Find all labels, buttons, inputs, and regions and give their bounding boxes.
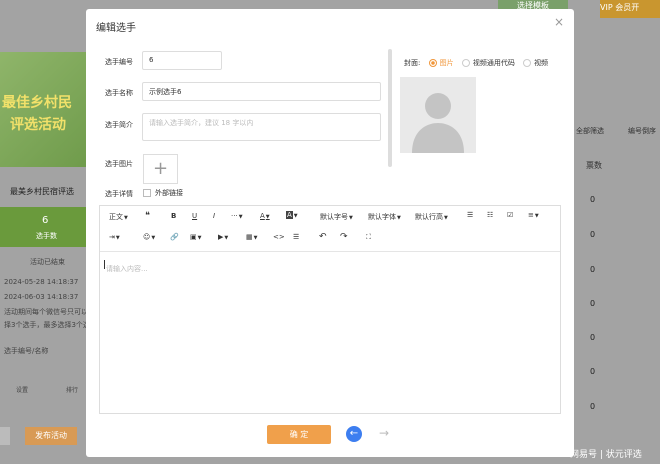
more-styles-dropdown[interactable]: ···▼ — [231, 212, 243, 220]
person-icon — [412, 93, 464, 153]
stat-card: 6 选手数 — [0, 207, 88, 247]
cover-option-video[interactable]: 视频 — [534, 59, 548, 67]
external-link-label: 外部链接 — [155, 189, 183, 197]
video-dropdown[interactable]: ▶▼ — [218, 233, 228, 241]
intro-textarea[interactable]: 请输入选手简介，建议 18 字以内 — [142, 113, 381, 141]
image-dropdown[interactable]: ▣▼ — [190, 233, 201, 241]
intro-label: 选手简介 — [105, 121, 133, 129]
filter-all[interactable]: 全部筛选 — [576, 126, 604, 136]
external-link-checkbox[interactable]: 外部链接 — [143, 188, 183, 198]
editor-toolbar: 正文▼ ❝ B U I ···▼ A▼ A ▼ 默认字号▼ 默认字体▼ 默认行高▼… — [100, 206, 560, 252]
font-color-dropdown[interactable]: A▼ — [260, 212, 270, 220]
cover-radio-video[interactable] — [523, 59, 532, 67]
number-label: 选手编号 — [105, 58, 133, 66]
cover-radio-video-code[interactable] — [461, 59, 470, 67]
banner-line-2: 评选活动 — [10, 117, 66, 133]
name-input[interactable]: 示例选手6 — [142, 82, 381, 101]
secondary-button[interactable] — [0, 427, 10, 445]
vote-value: 0 — [590, 333, 596, 342]
vote-value: 0 — [590, 367, 596, 376]
vote-value: 0 — [590, 402, 596, 411]
fullscreen-icon[interactable]: ⛶ — [366, 233, 371, 242]
filter-number-desc[interactable]: 编号倒序 — [628, 126, 656, 136]
ranking-tool[interactable]: 排行 — [66, 385, 78, 394]
search-label: 选手编号/名称 — [4, 347, 49, 355]
editor-placeholder: 请输入内容... — [106, 265, 148, 273]
vip-button[interactable]: VIP 会员开 — [600, 0, 660, 18]
image-label: 选手图片 — [105, 160, 133, 168]
redo-icon[interactable]: ↷ — [340, 232, 348, 242]
start-time: 2024-05-28 14:18:37 — [4, 278, 79, 286]
paragraph-format-dropdown[interactable]: 正文▼ — [109, 212, 128, 222]
settings-tool[interactable]: 设置 — [16, 385, 28, 394]
table-dropdown[interactable]: ▦▼ — [246, 233, 257, 241]
todo-list-icon[interactable]: ☑ — [507, 211, 513, 219]
footer-watermark: 网易号 | 状元评选 — [570, 450, 642, 460]
number-input[interactable]: 6 — [142, 51, 222, 70]
detail-label: 选手详情 — [105, 190, 133, 198]
close-icon[interactable]: × — [554, 15, 564, 29]
modal-title: 编辑选手 — [96, 23, 136, 34]
edit-player-modal: 编辑选手 × 选手编号 6 选手名称 示例选手6 选手简介 请输入选手简介，建议… — [86, 9, 574, 457]
publish-event-button[interactable]: 发布活动 — [25, 427, 77, 445]
background-color-dropdown[interactable]: A ▼ — [286, 211, 298, 219]
confirm-button[interactable]: 确 定 — [267, 425, 331, 444]
font-family-dropdown[interactable]: 默认字体▼ — [368, 212, 401, 222]
stat-label: 选手数 — [36, 232, 57, 240]
rule-line-1: 活动期间每个微信号只可以 — [4, 308, 88, 316]
indent-dropdown[interactable]: ⇥▼ — [109, 233, 120, 241]
event-status: 活动已结束 — [30, 258, 65, 266]
font-size-dropdown[interactable]: 默认字号▼ — [320, 212, 353, 222]
code-icon[interactable]: <> — [273, 233, 285, 241]
form-scrollbar[interactable] — [388, 49, 392, 167]
rich-text-editor[interactable]: 正文▼ ❝ B U I ···▼ A▼ A ▼ 默认字号▼ 默认字体▼ 默认行高▼… — [99, 205, 561, 414]
cover-option-image[interactable]: 图片 — [440, 59, 454, 67]
align-dropdown[interactable]: ≡▼ — [528, 211, 539, 219]
banner-line-1: 最佳乡村民 — [2, 95, 72, 111]
text-cursor — [104, 260, 105, 269]
rule-line-2: 择3个选手，最多选择3个选 — [4, 321, 90, 329]
cover-label: 封面: — [404, 59, 421, 67]
quote-icon[interactable]: ❝ — [145, 211, 150, 221]
upload-image-button[interactable]: + — [143, 154, 178, 184]
line-height-dropdown[interactable]: 默认行高▼ — [415, 212, 448, 222]
previous-arrow-icon[interactable]: ← — [346, 426, 362, 442]
votes-header: 票数 — [586, 161, 602, 170]
bold-icon[interactable]: B — [171, 212, 176, 220]
checkbox-box[interactable] — [143, 189, 151, 197]
cover-radio-image[interactable] — [428, 59, 437, 67]
next-arrow-icon[interactable]: → — [376, 426, 392, 442]
divider-icon[interactable]: ☰ — [293, 233, 299, 241]
link-icon[interactable]: 🔗 — [170, 233, 179, 241]
cover-selector: 封面: 图片 视频通用代码 视频 — [404, 58, 548, 68]
emoji-dropdown[interactable]: ☺▼ — [143, 233, 155, 241]
undo-icon[interactable]: ↶ — [319, 232, 327, 242]
event-title: 最美乡村民宿评选 — [10, 187, 74, 196]
vote-value: 0 — [590, 265, 596, 274]
name-label: 选手名称 — [105, 89, 133, 97]
end-time: 2024-06-03 14:18:37 — [4, 293, 79, 301]
numbered-list-icon[interactable]: ☷ — [487, 211, 493, 219]
italic-icon[interactable]: I — [213, 212, 215, 220]
stat-count: 6 — [42, 215, 49, 226]
event-banner: 最佳乡村民 评选活动 — [0, 52, 88, 167]
avatar-placeholder-icon[interactable] — [400, 77, 476, 153]
vote-value: 0 — [590, 299, 596, 308]
underline-icon[interactable]: U — [192, 212, 197, 220]
vote-value: 0 — [590, 230, 596, 239]
bullet-list-icon[interactable]: ☰ — [467, 211, 473, 219]
vote-value: 0 — [590, 195, 596, 204]
cover-option-video-code[interactable]: 视频通用代码 — [473, 59, 515, 67]
